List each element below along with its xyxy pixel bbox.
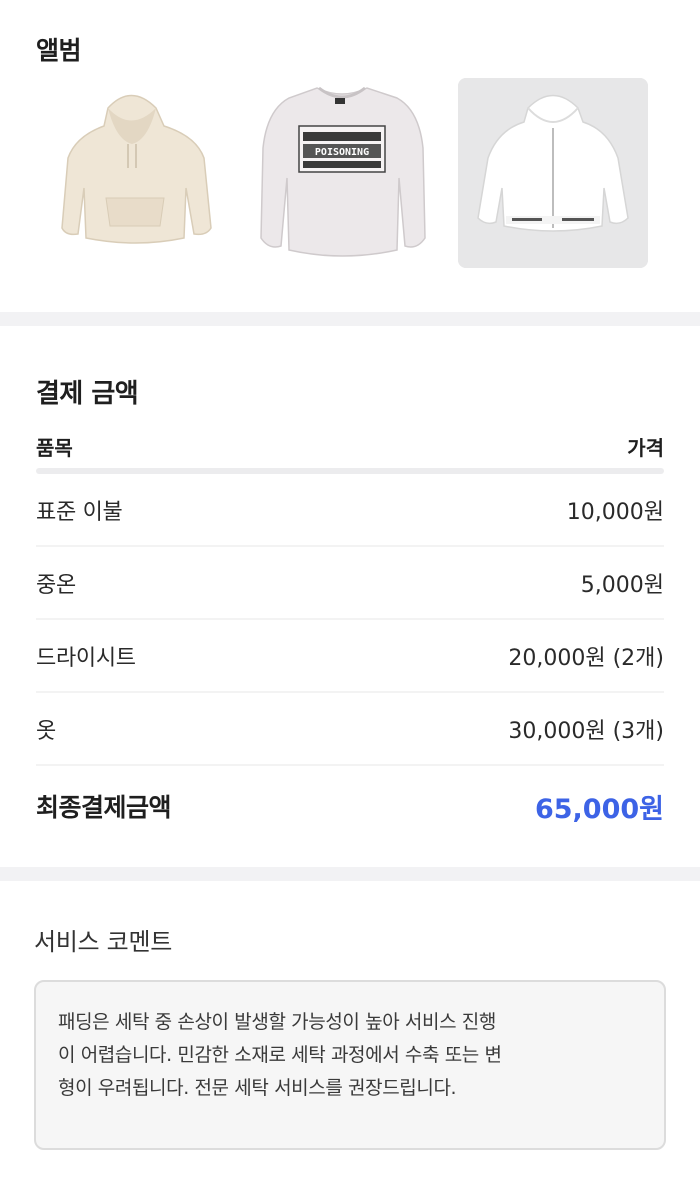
album-section: 앨범 POISONING [0, 0, 700, 312]
comment-line: 형이 우려됩니다. 전문 세탁 서비스를 권장드립니다. [58, 1077, 457, 1099]
payment-total-row: 최종결제금액 65,000원 [36, 766, 664, 846]
payment-section: 결제 금액 품목 가격 표준 이불 10,000원 중온 5,000원 드라이시… [0, 326, 700, 867]
total-label: 최종결제금액 [36, 793, 172, 822]
payment-row-price: 5,000원 [580, 572, 664, 598]
total-amount: 65,000원 [534, 793, 664, 825]
beige-hoodie-photo [61, 94, 212, 244]
payment-title: 결제 금액 [36, 379, 139, 409]
column-header-price: 가격 [627, 435, 664, 460]
print-line-1: POISONING [315, 147, 369, 158]
payment-row-label: 표준 이불 [36, 499, 123, 525]
column-header-item: 품목 [36, 435, 73, 460]
album-title: 앨범 [36, 36, 82, 65]
section-divider [0, 312, 700, 326]
payment-row-label: 중온 [36, 572, 76, 598]
payment-row-label: 드라이시트 [36, 645, 136, 671]
payment-row: 옷 30,000원 (3개) [36, 693, 664, 766]
service-comment-title: 서비스 코멘트 [34, 928, 173, 956]
payment-row-price: 20,000원 (2개) [508, 645, 664, 671]
section-divider [0, 867, 700, 881]
gray-sweatshirt-photo: POISONING [260, 86, 426, 257]
payment-row: 표준 이불 10,000원 [36, 474, 664, 547]
album-photo-3[interactable] [458, 78, 648, 268]
album-photo-1[interactable] [36, 78, 226, 268]
payment-row-label: 옷 [36, 718, 56, 744]
payment-table-header: 품목 가격 [36, 424, 664, 468]
album-photo-2[interactable]: POISONING [247, 78, 437, 268]
service-comment-box: 패딩은 세탁 중 손상이 발생할 가능성이 높아 서비스 진행 이 어렵습니다.… [34, 980, 666, 1150]
comment-line: 이 어렵습니다. 민감한 소재로 세탁 과정에서 수축 또는 변 [58, 1044, 502, 1066]
payment-row-price: 10,000원 [566, 499, 664, 525]
comment-line: 패딩은 세탁 중 손상이 발생할 가능성이 높아 서비스 진행 [58, 1011, 496, 1033]
album-photo-row: POISONING [36, 78, 664, 268]
payment-row: 드라이시트 20,000원 (2개) [36, 620, 664, 693]
payment-row: 중온 5,000원 [36, 547, 664, 620]
payment-row-price: 30,000원 (3개) [508, 718, 664, 744]
service-comment-section: 서비스 코멘트 패딩은 세탁 중 손상이 발생할 가능성이 높아 서비스 진행 … [0, 881, 700, 1200]
white-zip-hoodie-photo [458, 78, 648, 268]
